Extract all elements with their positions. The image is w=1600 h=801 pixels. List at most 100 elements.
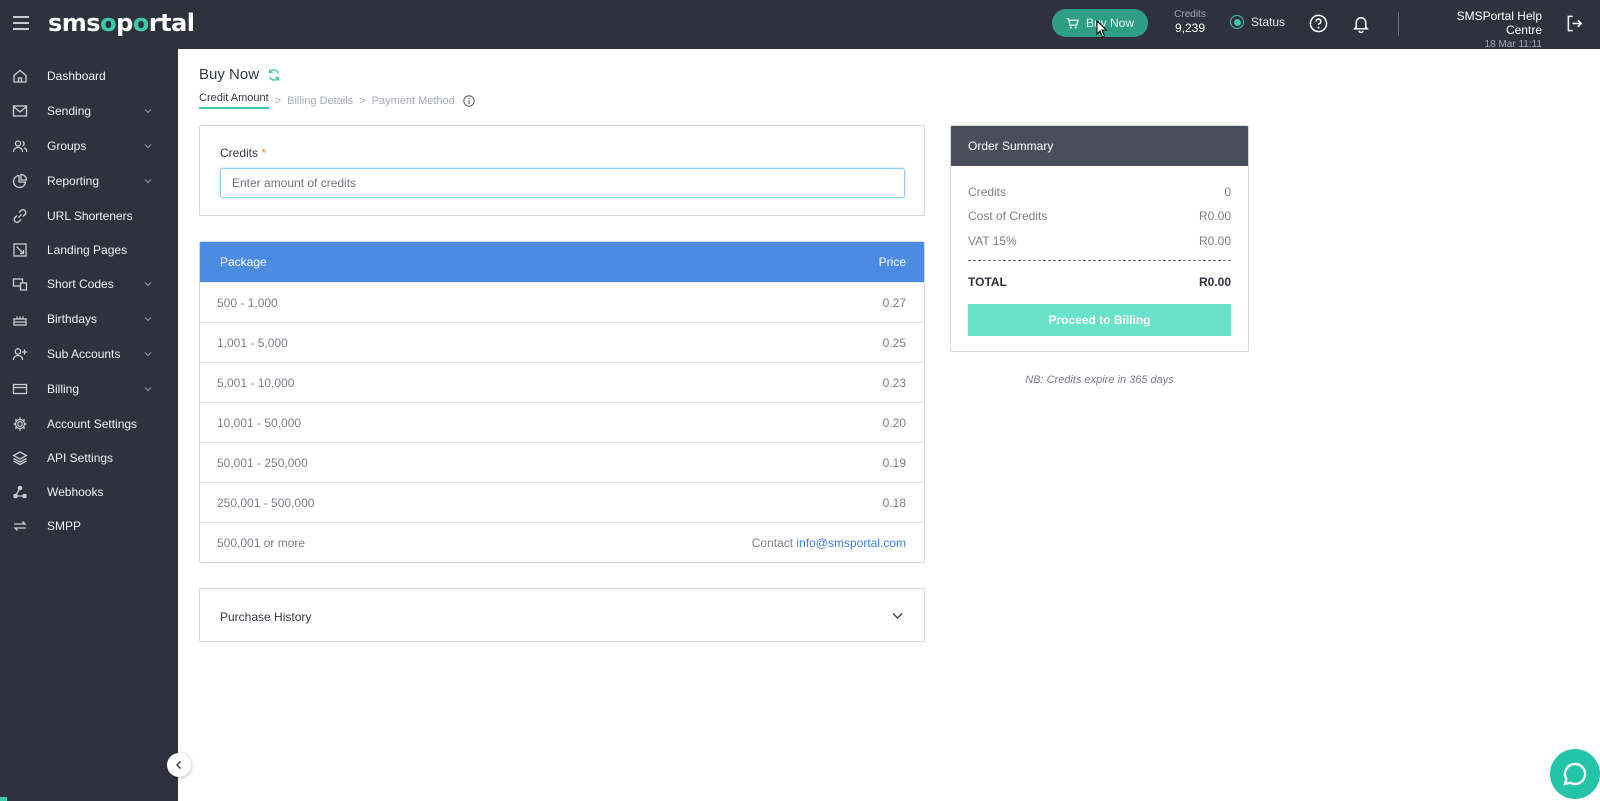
home-icon xyxy=(12,68,28,84)
short-codes-icon xyxy=(12,276,28,292)
step-payment-method[interactable]: Payment Method xyxy=(372,95,455,107)
package-range: 5,001 - 10,000 xyxy=(217,376,295,390)
mouse-cursor-icon xyxy=(1096,20,1108,38)
table-row: 5,001 - 10,000 0.23 xyxy=(200,362,924,402)
chat-bubble-icon xyxy=(1563,762,1587,786)
summary-label: Credits xyxy=(968,185,1007,199)
sidebar-item-dashboard[interactable]: Dashboard xyxy=(0,60,178,92)
purchase-history-accordion[interactable]: Purchase History xyxy=(199,588,925,642)
total-value: R0.00 xyxy=(1198,275,1231,289)
summary-total-row: TOTAL R0.00 xyxy=(968,275,1231,289)
sidebar-item-sending[interactable]: Sending xyxy=(0,95,178,127)
sidebar-item-label: SMPP xyxy=(47,519,82,533)
chevron-down-icon xyxy=(144,179,152,184)
sidebar: Dashboard Sending Groups Reporting URL S… xyxy=(0,49,178,801)
order-summary-header: Order Summary xyxy=(951,126,1248,166)
sidebar-item-label: Short Codes xyxy=(47,277,114,291)
page-title-text: Buy Now xyxy=(199,66,260,83)
webhooks-icon xyxy=(12,484,28,500)
sidebar-item-groups[interactable]: Groups xyxy=(0,130,178,162)
top-bar: smsoportal Buy Now Credits 9,239 Status … xyxy=(0,0,1600,50)
credits-card: Credits * xyxy=(199,125,925,216)
sidebar-item-webhooks[interactable]: Webhooks xyxy=(0,476,178,508)
table-row: 1,001 - 5,000 0.25 xyxy=(200,322,924,362)
credits-field-label: Credits * xyxy=(220,146,266,160)
sidebar-item-label: Landing Pages xyxy=(47,243,128,257)
breadcrumb-separator: > xyxy=(274,94,282,107)
sidebar-item-label: API Settings xyxy=(47,451,114,465)
sidebar-item-label: Webhooks xyxy=(47,485,104,499)
credits-balance-value: 9,239 xyxy=(1174,21,1206,35)
table-row: 50,001 - 250,000 0.19 xyxy=(200,442,924,482)
sidebar-item-landing-pages[interactable]: Landing Pages xyxy=(0,234,178,266)
help-centre-title: SMSPortal Help Centre xyxy=(1456,9,1542,37)
chevron-down-icon xyxy=(892,612,903,620)
package-price: 0.23 xyxy=(882,376,906,390)
table-header: Package Price xyxy=(200,242,924,282)
proceed-to-billing-button[interactable]: Proceed to Billing xyxy=(968,304,1231,336)
chevron-down-icon xyxy=(144,282,152,287)
sidebar-item-label: Billing xyxy=(47,382,80,396)
price-column-header: Price xyxy=(878,255,906,269)
step-billing-details[interactable]: Billing Details xyxy=(287,95,353,107)
help-icon[interactable] xyxy=(1309,14,1328,33)
package-range: 500 - 1,000 xyxy=(217,296,278,310)
smsportal-logo[interactable]: smsoportal xyxy=(48,9,195,37)
package-price: 0.18 xyxy=(882,496,906,510)
credits-expiry-note: NB: Credits expire in 365 days xyxy=(1025,374,1174,386)
header-divider xyxy=(1398,12,1399,36)
contact-email-link[interactable]: info@smsportal.com xyxy=(796,536,906,550)
logout-icon[interactable] xyxy=(1566,15,1583,32)
sidebar-item-label: Sending xyxy=(47,104,92,118)
sidebar-item-account-settings[interactable]: Account Settings xyxy=(0,408,178,440)
package-range: 500,001 or more xyxy=(217,536,306,550)
summary-row: Credits 0 xyxy=(968,185,1231,199)
page-title: Buy Now xyxy=(199,66,281,83)
table-row: 10,001 - 50,000 0.20 xyxy=(200,402,924,442)
chevron-down-icon xyxy=(144,317,152,322)
sidebar-item-billing[interactable]: Billing xyxy=(0,373,178,405)
chevron-down-icon xyxy=(144,109,152,114)
purchase-history-title: Purchase History xyxy=(220,610,312,624)
cart-icon xyxy=(1066,17,1079,29)
pie-chart-icon xyxy=(12,173,28,189)
step-credit-amount[interactable]: Credit Amount xyxy=(199,92,269,109)
credits-amount-input[interactable] xyxy=(220,168,905,198)
chevron-down-icon xyxy=(144,352,152,357)
sidebar-item-api-settings[interactable]: API Settings xyxy=(0,442,178,474)
sidebar-item-label: Birthdays xyxy=(47,312,98,326)
sidebar-item-reporting[interactable]: Reporting xyxy=(0,165,178,197)
sidebar-item-smpp[interactable]: SMPP xyxy=(0,510,178,542)
summary-value: R0.00 xyxy=(1198,234,1231,248)
package-range: 50,001 - 250,000 xyxy=(217,456,308,470)
sidebar-item-url-shorteners[interactable]: URL Shorteners xyxy=(0,200,178,232)
credits-label-text: Credits xyxy=(220,146,259,160)
package-price: 0.27 xyxy=(882,296,906,310)
summary-label: VAT 15% xyxy=(968,234,1017,248)
chevron-down-icon xyxy=(144,387,152,392)
credit-card-icon xyxy=(12,381,28,397)
sidebar-item-birthdays[interactable]: Birthdays xyxy=(0,303,178,335)
info-icon[interactable] xyxy=(463,94,475,107)
breadcrumb: Credit Amount > Billing Details > Paymen… xyxy=(199,92,475,109)
summary-row: Cost of Credits R0.00 xyxy=(968,209,1231,223)
breadcrumb-separator: > xyxy=(359,94,366,107)
summary-value: 0 xyxy=(1224,185,1231,199)
sidebar-item-label: Groups xyxy=(47,139,87,153)
status-label: Status xyxy=(1251,15,1286,29)
credits-balance: Credits 9,239 xyxy=(1170,9,1210,35)
chat-widget-button[interactable] xyxy=(1550,749,1600,799)
sidebar-item-short-codes[interactable]: Short Codes xyxy=(0,268,178,300)
table-row: 500 - 1,000 0.27 xyxy=(200,282,924,322)
help-centre-link[interactable]: SMSPortal Help Centre 18 Mar 11:11 xyxy=(1420,9,1542,50)
swap-icon xyxy=(12,518,28,534)
sidebar-item-sub-accounts[interactable]: Sub Accounts xyxy=(0,338,178,370)
sidebar-collapse-button[interactable] xyxy=(167,753,191,777)
order-summary-card: Order Summary Credits 0 Cost of Credits … xyxy=(950,125,1249,352)
package-price: 0.20 xyxy=(882,416,906,430)
summary-label: Cost of Credits xyxy=(968,209,1048,223)
status-indicator[interactable]: Status xyxy=(1230,15,1285,29)
hamburger-menu-icon[interactable] xyxy=(13,16,29,30)
bell-icon[interactable] xyxy=(1352,14,1370,33)
refresh-icon[interactable] xyxy=(267,68,281,82)
